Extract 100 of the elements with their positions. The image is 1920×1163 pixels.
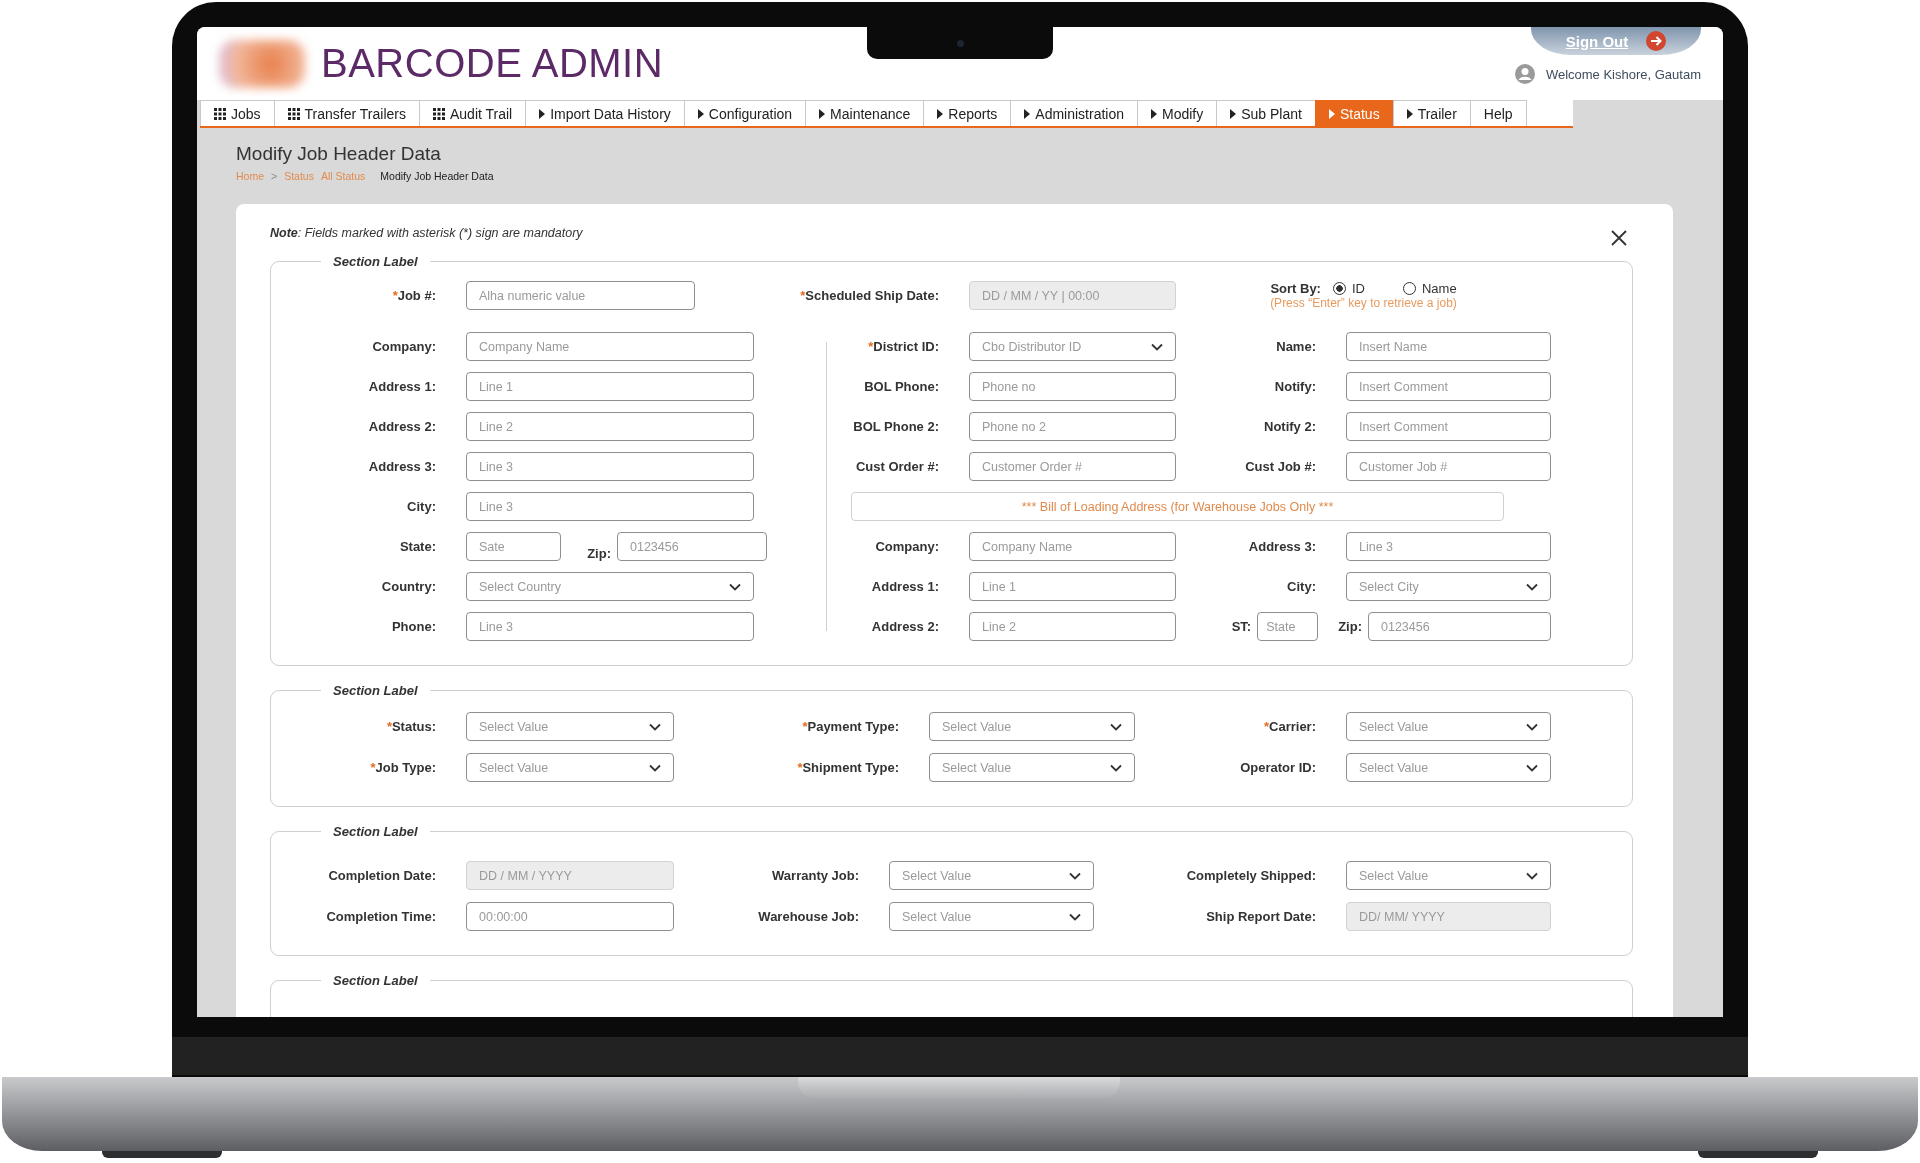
app-title: BARCODE ADMIN <box>321 41 664 86</box>
chevron-icon <box>1526 871 1538 880</box>
grid-icon <box>432 107 445 120</box>
chevron-icon <box>1526 722 1538 731</box>
text-field[interactable]: Line 3 <box>1346 532 1551 561</box>
text-field[interactable]: 0123456 <box>617 532 767 561</box>
caret-icon <box>937 108 944 119</box>
field-label: Notify 2: <box>1263 419 1317 434</box>
select-field[interactable]: Select Value <box>1346 861 1551 890</box>
section-label: Section Label <box>332 254 419 269</box>
caret-icon <box>819 108 826 119</box>
hint-text: (Press “Enter” key to retrieve a job) <box>1270 296 1457 310</box>
text-field[interactable]: Line 3 <box>466 492 754 521</box>
field-label: Completion Time: <box>325 909 437 924</box>
text-field[interactable]: Company Name <box>969 532 1176 561</box>
field-label: Warehouse Job: <box>757 909 860 924</box>
text-field[interactable]: Insert Comment <box>1346 372 1551 401</box>
field-label: Zip: <box>587 546 612 561</box>
text-field[interactable]: Company Name <box>466 332 754 361</box>
caret-icon <box>1406 108 1413 119</box>
chevron-icon <box>1110 763 1122 772</box>
field-label: Phone: <box>390 619 437 634</box>
select-field[interactable]: Select Value <box>1346 753 1551 782</box>
text-field[interactable]: Customer Job # <box>1346 452 1551 481</box>
text-field[interactable]: Insert Comment <box>1346 412 1551 441</box>
sign-out-button[interactable]: Sign Out <box>1531 27 1701 55</box>
breadcrumb-link[interactable]: Status <box>284 170 314 182</box>
text-field[interactable]: Customer Order # <box>969 452 1176 481</box>
text-field[interactable]: Alha numeric value <box>466 281 695 310</box>
radio-button[interactable] <box>1332 282 1346 295</box>
chevron-icon <box>1526 763 1538 772</box>
field-label: Completely Shipped: <box>1185 868 1317 883</box>
text-field[interactable]: Line 2 <box>969 612 1176 641</box>
caret-icon <box>1151 108 1157 119</box>
select-field[interactable]: Select Value <box>889 861 1094 890</box>
text-field[interactable]: Phone no <box>969 372 1176 401</box>
breadcrumb-separator: > <box>271 170 278 182</box>
chevron-icon <box>1151 342 1163 351</box>
field-label: Address 2: <box>870 619 940 634</box>
field-label: Address 3: <box>1247 539 1317 554</box>
select-field[interactable]: Select Value <box>466 712 674 741</box>
field-label: Address 3: <box>367 459 437 474</box>
select-field[interactable]: Cbo Distributor ID <box>969 332 1176 361</box>
text-field[interactable]: 0123456 <box>1368 612 1551 641</box>
field-label: Notify: <box>1273 379 1317 394</box>
text-field[interactable]: Insert Name <box>1346 332 1551 361</box>
select-field[interactable]: Select City <box>1346 572 1551 601</box>
chevron-icon <box>649 722 661 731</box>
nav-tab[interactable]: Help <box>1469 100 1527 126</box>
grid-icon <box>287 107 300 120</box>
field-label: Cust Job #: <box>1244 459 1317 474</box>
chevron-icon <box>729 582 741 591</box>
select-field[interactable]: Select Country <box>466 572 754 601</box>
sort-by-label: Sort By: <box>1270 281 1322 296</box>
breadcrumb-link[interactable]: All Status <box>320 170 366 182</box>
chevron-icon <box>1069 871 1081 880</box>
field-label: Warranty Job: <box>771 868 860 883</box>
text-field[interactable]: State <box>1257 612 1319 641</box>
page-title: Modify Job Header Data <box>236 143 442 165</box>
nav-tab[interactable]: Trailer <box>1392 100 1471 126</box>
select-field[interactable]: Select Value <box>929 712 1135 741</box>
grid-icon <box>214 107 226 120</box>
text-field[interactable]: 00:00:00 <box>466 902 674 931</box>
field-label: ST: <box>1231 619 1253 634</box>
chevron-icon <box>1069 912 1081 921</box>
caret-icon <box>697 108 704 119</box>
nav-tab[interactable]: Jobs <box>200 100 275 126</box>
section-label: Section Label <box>332 824 419 839</box>
field-label: Country: <box>380 579 437 594</box>
chevron-icon <box>1110 722 1122 731</box>
text-field[interactable]: Line 3 <box>466 452 754 481</box>
caret-icon <box>1230 108 1237 119</box>
field-label: Completion Date: <box>327 868 437 883</box>
text-field[interactable]: Line 3 <box>466 612 754 641</box>
select-field[interactable]: Select Value <box>466 753 674 782</box>
field-label: BOL Phone: <box>863 379 940 394</box>
select-field[interactable]: Select Value <box>1346 712 1551 741</box>
caret-icon <box>539 108 546 119</box>
field-label: City: <box>1286 579 1317 594</box>
chevron-icon <box>649 763 661 772</box>
section-label: Section Label <box>332 683 419 698</box>
section-label: Section Label <box>332 973 419 988</box>
field-label: City: <box>406 499 437 514</box>
field-label: Address 1: <box>367 379 437 394</box>
text-field[interactable]: Sate <box>466 532 561 561</box>
note-text: Note: Fields marked with asterisk (*) sign are mandatory <box>270 226 583 240</box>
text-field[interactable]: Line 2 <box>466 412 754 441</box>
text-field[interactable]: Phone no 2 <box>969 412 1176 441</box>
nav-tab[interactable]: Status <box>1314 100 1394 126</box>
field-label: Name: <box>1275 339 1317 354</box>
breadcrumb-link[interactable]: Home <box>236 170 264 182</box>
welcome-text: Welcome Kishore, Gautam <box>1545 66 1701 82</box>
close-icon[interactable] <box>1611 230 1627 246</box>
radio-label: Name <box>1421 281 1457 296</box>
caret-icon <box>1024 108 1031 119</box>
text-field[interactable]: Line 1 <box>969 572 1176 601</box>
text-field[interactable]: Line 1 <box>466 372 754 401</box>
select-field[interactable]: Select Value <box>929 753 1135 782</box>
select-field[interactable]: Select Value <box>889 902 1094 931</box>
field-label: State: <box>398 539 437 554</box>
